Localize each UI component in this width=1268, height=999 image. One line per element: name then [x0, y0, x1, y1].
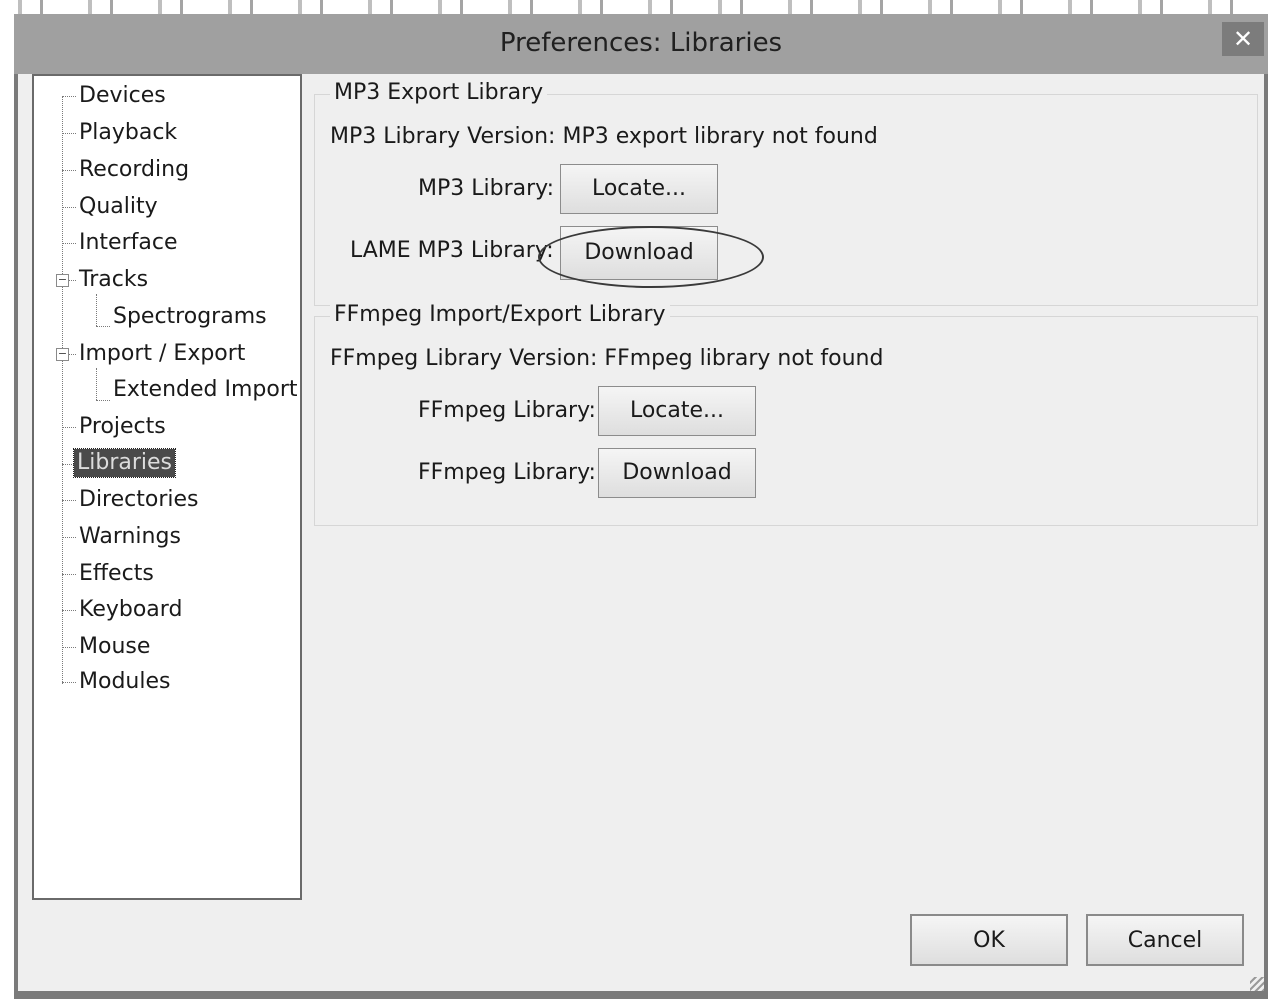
- mp3-library-label: MP3 Library:: [418, 176, 554, 201]
- tree-connector: [62, 682, 76, 683]
- tree-connector: [62, 610, 76, 611]
- tree-item-modules[interactable]: Modules: [76, 668, 173, 696]
- ffmpeg-library-label-2: FFmpeg Library:: [418, 460, 596, 485]
- tree-connector: [62, 427, 76, 428]
- mp3-version-text: MP3 Library Version: MP3 export library …: [330, 124, 878, 149]
- tree-item-mouse[interactable]: Mouse: [76, 633, 153, 661]
- ffmpeg-version-text: FFmpeg Library Version: FFmpeg library n…: [330, 346, 884, 371]
- tree-connector: [62, 574, 76, 575]
- tree-connector: [96, 368, 97, 400]
- ffmpeg-library-label: FFmpeg Library:: [418, 398, 596, 423]
- tree-item-projects[interactable]: Projects: [76, 413, 169, 441]
- ffmpeg-download-button[interactable]: Download: [598, 448, 756, 498]
- tree-item-import-export[interactable]: Import / Export: [76, 340, 248, 368]
- tree-connector: [62, 647, 76, 648]
- title-bar[interactable]: Preferences: Libraries ✕: [14, 14, 1268, 74]
- dialog-body: − − Devices Playback Recording Quality I…: [18, 74, 1264, 991]
- tree-item-extended-import[interactable]: Extended Import: [110, 376, 301, 404]
- tree-connector: [62, 243, 76, 244]
- background-strip: [0, 0, 1268, 14]
- tree-connector: [62, 96, 76, 97]
- tree-item-warnings[interactable]: Warnings: [76, 523, 184, 551]
- tree-item-playback[interactable]: Playback: [76, 119, 180, 147]
- tree-item-libraries[interactable]: Libraries: [72, 448, 177, 478]
- tree-item-tracks[interactable]: Tracks: [76, 266, 151, 294]
- close-button[interactable]: ✕: [1222, 22, 1264, 56]
- window-title: Preferences: Libraries: [499, 28, 783, 58]
- tree-connector: [62, 133, 76, 134]
- preferences-dialog: Preferences: Libraries ✕ − − Devices Pla…: [14, 14, 1268, 999]
- ffmpeg-locate-button[interactable]: Locate...: [598, 386, 756, 436]
- tree-item-directories[interactable]: Directories: [76, 486, 202, 514]
- tree-item-devices[interactable]: Devices: [76, 82, 169, 110]
- ok-button[interactable]: OK: [910, 914, 1068, 966]
- close-icon: ✕: [1232, 25, 1254, 53]
- collapse-import-export-icon[interactable]: −: [56, 348, 69, 361]
- mp3-locate-button[interactable]: Locate...: [560, 164, 718, 214]
- tree-connector: [62, 96, 63, 684]
- resize-grip-icon[interactable]: [1250, 977, 1264, 991]
- tree-item-interface[interactable]: Interface: [76, 229, 181, 257]
- collapse-tracks-icon[interactable]: −: [56, 274, 69, 287]
- annotation-ellipse: [538, 226, 764, 288]
- tree-connector: [62, 537, 76, 538]
- tree-connector: [62, 170, 76, 171]
- ffmpeg-group-title: FFmpeg Import/Export Library: [330, 302, 670, 327]
- tree-connector: [96, 294, 97, 326]
- tree-connector: [68, 280, 76, 281]
- tree-connector: [62, 500, 76, 501]
- tree-item-effects[interactable]: Effects: [76, 560, 157, 588]
- tree-connector: [96, 326, 110, 327]
- tree-item-spectrograms[interactable]: Spectrograms: [110, 303, 270, 331]
- tree-item-quality[interactable]: Quality: [76, 193, 161, 221]
- tree-connector: [62, 207, 76, 208]
- mp3-group-title: MP3 Export Library: [330, 80, 548, 105]
- tree-item-keyboard[interactable]: Keyboard: [76, 596, 185, 624]
- tree-connector: [68, 354, 76, 355]
- tree-connector: [96, 400, 110, 401]
- tree-item-recording[interactable]: Recording: [76, 156, 192, 184]
- category-tree[interactable]: − − Devices Playback Recording Quality I…: [32, 74, 302, 900]
- cancel-button[interactable]: Cancel: [1086, 914, 1244, 966]
- lame-mp3-library-label: LAME MP3 Library:: [350, 238, 554, 263]
